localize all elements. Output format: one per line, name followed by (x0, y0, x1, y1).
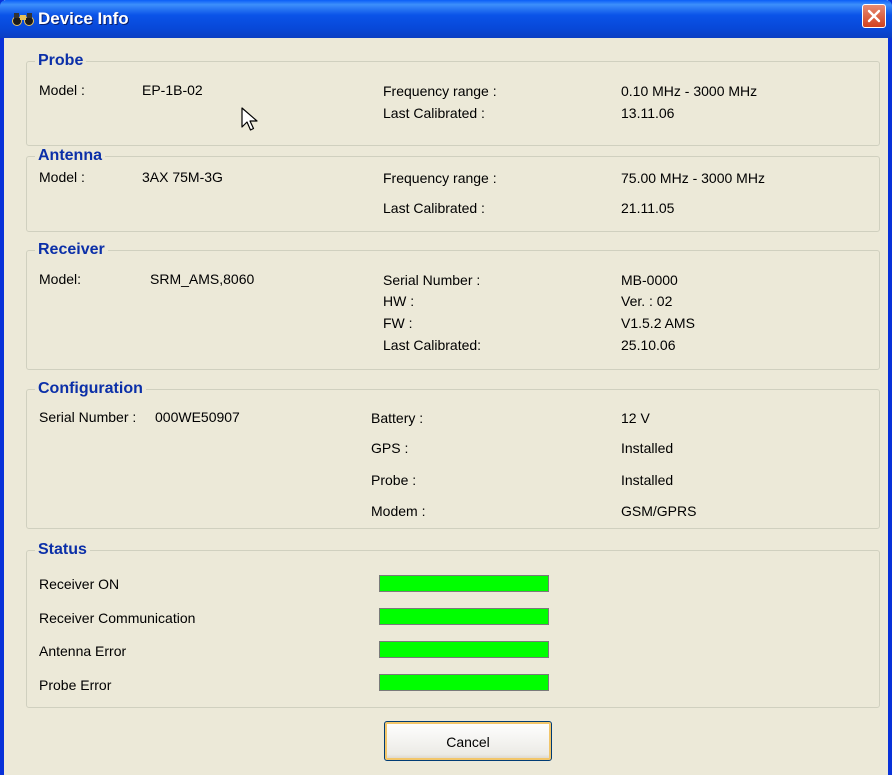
status-antenna-error-label: Antenna Error (39, 643, 127, 659)
mouse-cursor-icon (241, 107, 258, 131)
antenna-frequency-value: 75.00 MHz - 3000 MHz (621, 170, 765, 186)
configuration-gps-label: GPS : (371, 440, 409, 456)
configuration-serial-label: Serial Number : (39, 409, 137, 425)
close-icon (867, 9, 881, 23)
receiver-serial-label: Serial Number : (383, 272, 481, 288)
status-probe-error-indicator (379, 674, 549, 691)
status-antenna-error-indicator (379, 641, 549, 658)
configuration-battery-label: Battery : (371, 410, 424, 426)
status-receiver-on-indicator (379, 575, 549, 592)
status-probe-error-label: Probe Error (39, 677, 112, 693)
close-button[interactable] (862, 4, 886, 28)
binoculars-icon (12, 13, 34, 26)
antenna-group: Antenna Model : 3AX 75M-3G Frequency ran… (26, 147, 880, 232)
cancel-button-label: Cancel (446, 734, 490, 750)
antenna-frequency-label: Frequency range : (383, 170, 497, 186)
status-receiver-communication-indicator (379, 608, 549, 625)
configuration-modem-value: GSM/GPRS (621, 503, 697, 519)
configuration-probe-value: Installed (621, 472, 674, 488)
receiver-last-calibrated-value: 25.10.06 (621, 337, 676, 353)
configuration-probe-label: Probe : (371, 472, 417, 488)
antenna-last-calibrated-label: Last Calibrated : (383, 200, 485, 216)
device-info-window: Device Info Probe Model : EP-1B-02 Frequ… (0, 0, 892, 775)
receiver-hw-value: Ver. : 02 (621, 293, 673, 309)
probe-frequency-value: 0.10 MHz - 3000 MHz (621, 83, 758, 99)
receiver-hw-label: HW : (383, 293, 415, 309)
window-title: Device Info (38, 9, 129, 28)
antenna-model-label: Model : (39, 169, 85, 185)
configuration-battery-value: 12 V (621, 410, 650, 426)
status-group: Status Receiver ON Receiver Communicatio… (26, 541, 880, 708)
receiver-legend: Receiver (35, 241, 108, 259)
antenna-legend: Antenna (35, 147, 105, 165)
receiver-fw-label: FW : (383, 315, 413, 331)
status-receiver-on-label: Receiver ON (39, 576, 120, 592)
configuration-legend: Configuration (35, 380, 146, 398)
configuration-serial-value: 000WE50907 (155, 409, 240, 425)
antenna-last-calibrated-value: 21.11.05 (621, 200, 675, 216)
status-receiver-communication-label: Receiver Communication (39, 610, 196, 626)
antenna-model-value: 3AX 75M-3G (142, 169, 223, 185)
probe-group: Probe Model : EP-1B-02 Frequency range :… (26, 52, 880, 146)
probe-model-label: Model : (39, 82, 85, 98)
receiver-model-label: Model: (39, 271, 82, 287)
configuration-modem-label: Modem : (371, 503, 426, 519)
configuration-group: Configuration Serial Number : 000WE50907… (26, 380, 880, 529)
receiver-fw-value: V1.5.2 AMS (621, 315, 695, 331)
title-bar[interactable]: Device Info (0, 0, 892, 38)
cancel-button[interactable]: Cancel (384, 721, 552, 761)
probe-last-calibrated-value: 13.11.06 (621, 105, 675, 121)
probe-last-calibrated-label: Last Calibrated : (383, 105, 485, 121)
probe-legend: Probe (35, 52, 87, 70)
configuration-gps-value: Installed (621, 440, 674, 456)
receiver-model-value: SRM_AMS,8060 (150, 271, 255, 287)
receiver-group: Receiver Model: SRM_AMS,8060 Serial Numb… (26, 241, 880, 370)
probe-model-value: EP-1B-02 (142, 82, 203, 98)
receiver-last-calibrated-label: Last Calibrated: (383, 337, 482, 353)
receiver-serial-value: MB-0000 (621, 272, 678, 288)
probe-frequency-label: Frequency range : (383, 83, 497, 99)
status-legend: Status (35, 541, 90, 559)
